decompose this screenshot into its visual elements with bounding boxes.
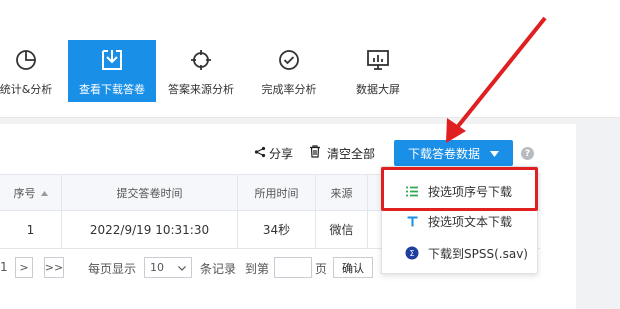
annotation-arrow-icon <box>446 16 547 143</box>
